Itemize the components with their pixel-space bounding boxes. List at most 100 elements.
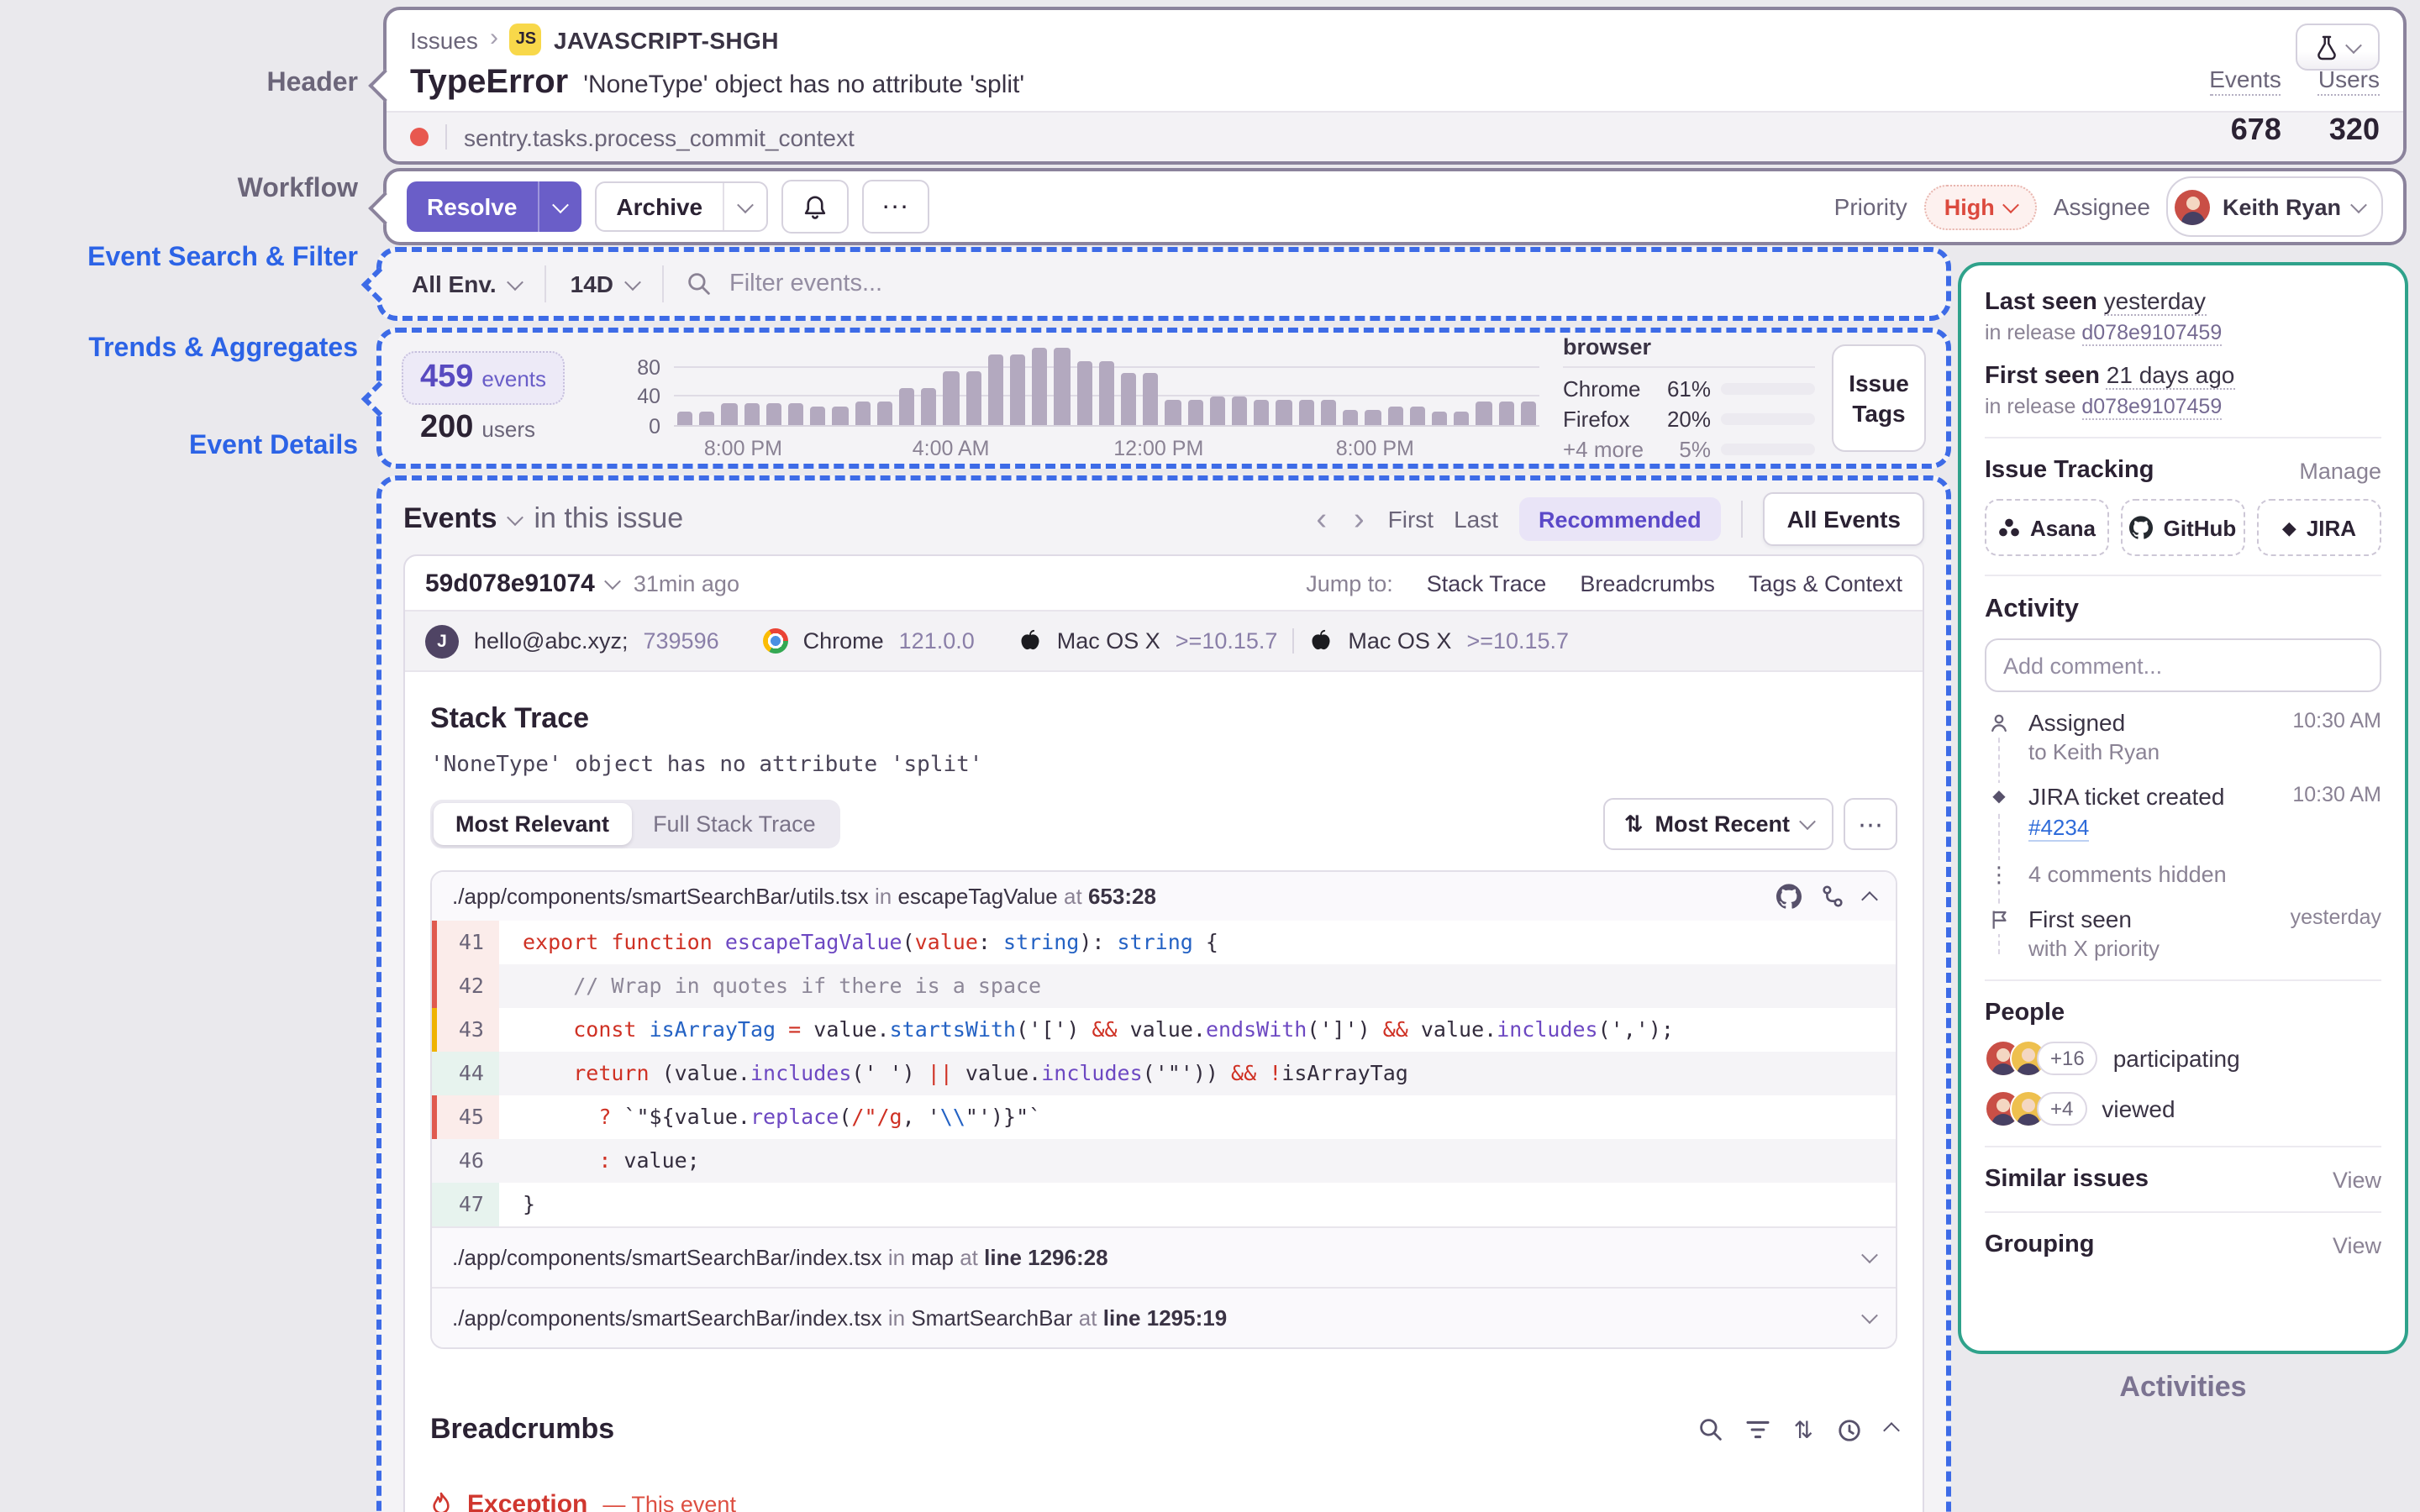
code-line: 47} <box>432 1183 1896 1226</box>
jump-link-stack-trace[interactable]: Stack Trace <box>1427 570 1547 596</box>
jira-integration-button[interactable]: ◆ JIRA <box>2257 499 2381 556</box>
users-stat-label[interactable]: Users <box>2318 66 2380 96</box>
chrome-icon <box>763 628 788 654</box>
chart-bar <box>1010 354 1025 425</box>
users-stat-value: 320 <box>2318 113 2380 148</box>
code-line: 45 ? `"${value.replace(/"/g, '\\"')}"` <box>432 1095 1896 1139</box>
github-icon[interactable] <box>1776 884 1802 909</box>
filter-events-input[interactable] <box>726 269 1916 299</box>
browser-tag[interactable]: Chrome <box>803 628 884 654</box>
next-event-button[interactable]: › <box>1350 503 1368 535</box>
tag-row-more[interactable]: +4 more 5% <box>1563 437 1815 462</box>
sort-icon[interactable]: ⇅ <box>1794 1415 1813 1444</box>
manage-link[interactable]: Manage <box>2299 458 2381 483</box>
archive-button[interactable]: Archive <box>594 181 768 232</box>
full-stack-trace-tab[interactable]: Full Stack Trace <box>631 803 838 845</box>
first-event-link[interactable]: First <box>1388 506 1434 533</box>
search-icon[interactable] <box>1700 1418 1723 1441</box>
integration-label: JIRA <box>2307 515 2356 540</box>
event-id-dropdown[interactable]: 59d078e91074 <box>425 569 618 597</box>
most-relevant-tab[interactable]: Most Relevant <box>434 803 631 845</box>
client-os-version-tag[interactable]: >=10.15.7 <box>1466 628 1569 654</box>
stack-trace-options-button[interactable]: ⋯ <box>1844 798 1897 850</box>
issue-title: TypeError <box>410 64 568 102</box>
environment-select[interactable]: All Env. <box>388 270 545 297</box>
trends-aggregates-section: 459 events 200 users 80 40 0 8:00 PM4:00… <box>376 328 1951 469</box>
last-seen-value[interactable]: yesterday <box>2104 287 2206 316</box>
release-link[interactable]: d078e9107459 <box>2081 321 2222 346</box>
expand-frame-icon[interactable] <box>1861 1307 1878 1324</box>
stack-frame-header[interactable]: ./app/components/smartSearchBar/utils.ts… <box>432 872 1896 921</box>
sort-select[interactable]: ⇅ Most Recent <box>1604 798 1833 850</box>
all-events-button[interactable]: All Events <box>1764 492 1924 546</box>
events-count-badge[interactable]: 459 events <box>402 350 565 404</box>
event-id: 59d078e91074 <box>425 569 595 597</box>
assignee-avatar <box>2175 189 2211 224</box>
frame-path: ./app/components/smartSearchBar/utils.ts… <box>452 884 869 909</box>
grouping-view-link[interactable]: View <box>2333 1232 2381 1257</box>
frame-in-label: in <box>888 1305 905 1331</box>
jump-link-tags-context[interactable]: Tags & Context <box>1749 570 1902 596</box>
priority-select[interactable]: High <box>1924 184 2037 229</box>
users-stat: Users 320 <box>2318 66 2380 148</box>
filter-icon[interactable] <box>1747 1420 1770 1440</box>
collapse-section-icon[interactable] <box>1883 1421 1900 1438</box>
tag-row-firefox[interactable]: Firefox 20% <box>1563 407 1815 432</box>
similar-issues-view-link[interactable]: View <box>2333 1167 2381 1192</box>
hidden-comments-label[interactable]: 4 comments hidden <box>2028 862 2227 887</box>
collapsed-frame[interactable]: ./app/components/smartSearchBar/index.ts… <box>432 1287 1896 1347</box>
archive-dropdown[interactable] <box>723 183 766 230</box>
subscribe-button[interactable] <box>781 180 849 234</box>
tag-row-chrome[interactable]: Chrome 61% <box>1563 376 1815 402</box>
viewers-count[interactable]: +4 <box>2037 1092 2086 1126</box>
assignee-select[interactable]: Keith Ryan <box>2167 176 2383 237</box>
participants-count[interactable]: +16 <box>2037 1042 2098 1075</box>
client-os-tag[interactable]: Mac OS X <box>1348 628 1451 654</box>
culprit-row: sentry.tasks.process_commit_context <box>387 111 2403 161</box>
browser-version-tag[interactable]: 121.0.0 <box>899 628 975 654</box>
events-stat-value: 678 <box>2209 113 2281 148</box>
collapsed-frame[interactable]: ./app/components/smartSearchBar/index.ts… <box>432 1226 1896 1287</box>
last-event-link[interactable]: Last <box>1454 506 1498 533</box>
archive-button-label[interactable]: Archive <box>596 193 723 220</box>
breadcrumb-issues-link[interactable]: Issues <box>410 26 478 53</box>
suspect-commit-icon[interactable] <box>1820 884 1845 909</box>
experiment-button[interactable] <box>2296 24 2380 71</box>
issue-tags-button[interactable]: Issue Tags <box>1832 344 1926 452</box>
jump-link-breadcrumbs[interactable]: Breadcrumbs <box>1580 570 1715 596</box>
event-frequency-chart: 80 40 0 8:00 PM4:00 AM12:00 PM8:00 PM <box>617 336 1546 460</box>
integration-label: GitHub <box>2164 515 2237 540</box>
os-version-tag[interactable]: >=10.15.7 <box>1176 628 1278 654</box>
resolve-button-label[interactable]: Resolve <box>407 193 537 220</box>
os-tag[interactable]: Mac OS X <box>1057 628 1160 654</box>
recommended-toggle[interactable]: Recommended <box>1518 497 1722 541</box>
replay-clock-icon[interactable] <box>1837 1417 1862 1442</box>
chart-bar <box>1165 399 1181 425</box>
add-comment-input[interactable] <box>1985 638 2381 692</box>
jira-ticket-link[interactable]: #4234 <box>2028 815 2089 842</box>
code-line: 46 : value; <box>432 1139 1896 1183</box>
previous-event-button[interactable]: ‹ <box>1313 503 1330 535</box>
chart-bar <box>833 406 848 425</box>
resolve-dropdown[interactable] <box>537 181 581 232</box>
activity-item-hidden-comments[interactable]: ⋮ 4 comments hidden <box>1985 860 2381 887</box>
events-stat-label[interactable]: Events <box>2209 66 2281 96</box>
events-dropdown[interactable]: Events <box>403 502 521 536</box>
asana-integration-button[interactable]: Asana <box>1985 499 2109 556</box>
first-seen-value[interactable]: 21 days ago <box>2107 361 2235 390</box>
chevron-down-icon <box>604 572 621 589</box>
event-age: 31min ago <box>634 570 739 596</box>
expand-frame-icon[interactable] <box>1861 1247 1878 1263</box>
people-title: People <box>1985 1000 2381 1026</box>
user-id-tag[interactable]: 739596 <box>644 628 719 654</box>
diamond-icon: ◆ <box>1992 788 2005 806</box>
collapse-frame-icon[interactable] <box>1861 891 1878 908</box>
release-link[interactable]: d078e9107459 <box>2081 395 2222 420</box>
more-actions-button[interactable]: ... <box>862 180 929 234</box>
breadcrumb-exception-row[interactable]: Exception — This event <box>430 1490 1897 1512</box>
date-range-select[interactable]: 14D <box>547 270 662 297</box>
github-integration-button[interactable]: GitHub <box>2121 499 2245 556</box>
user-tag[interactable]: hello@abc.xyz; <box>474 628 629 654</box>
events-stat: Events 678 <box>2209 66 2281 148</box>
resolve-button[interactable]: Resolve <box>407 181 581 232</box>
